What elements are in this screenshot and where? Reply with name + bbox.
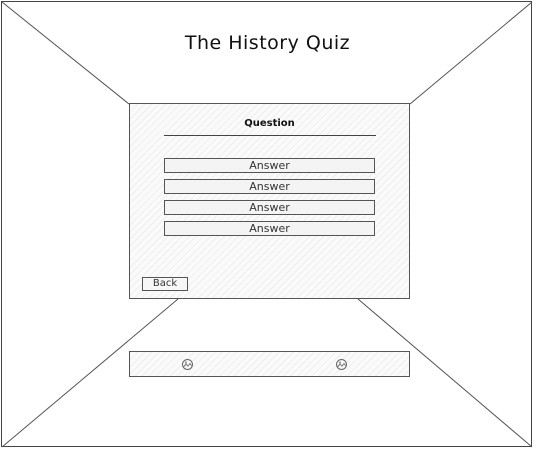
question-panel: Question Answer Answer Answer Answer Bac… (129, 103, 410, 299)
page-title: The History Quiz (184, 32, 351, 54)
back-button[interactable]: Back (142, 277, 188, 291)
answer-button-1[interactable]: Answer (164, 158, 375, 173)
answer-button-3[interactable]: Answer (164, 200, 375, 215)
answer-button-4[interactable]: Answer (164, 221, 375, 236)
bottom-bar (129, 351, 410, 377)
question-text: Question (244, 118, 295, 129)
right-image-icon[interactable] (335, 358, 348, 371)
question-divider (164, 135, 376, 136)
answer-button-2[interactable]: Answer (164, 179, 375, 194)
left-image-icon[interactable] (181, 358, 194, 371)
